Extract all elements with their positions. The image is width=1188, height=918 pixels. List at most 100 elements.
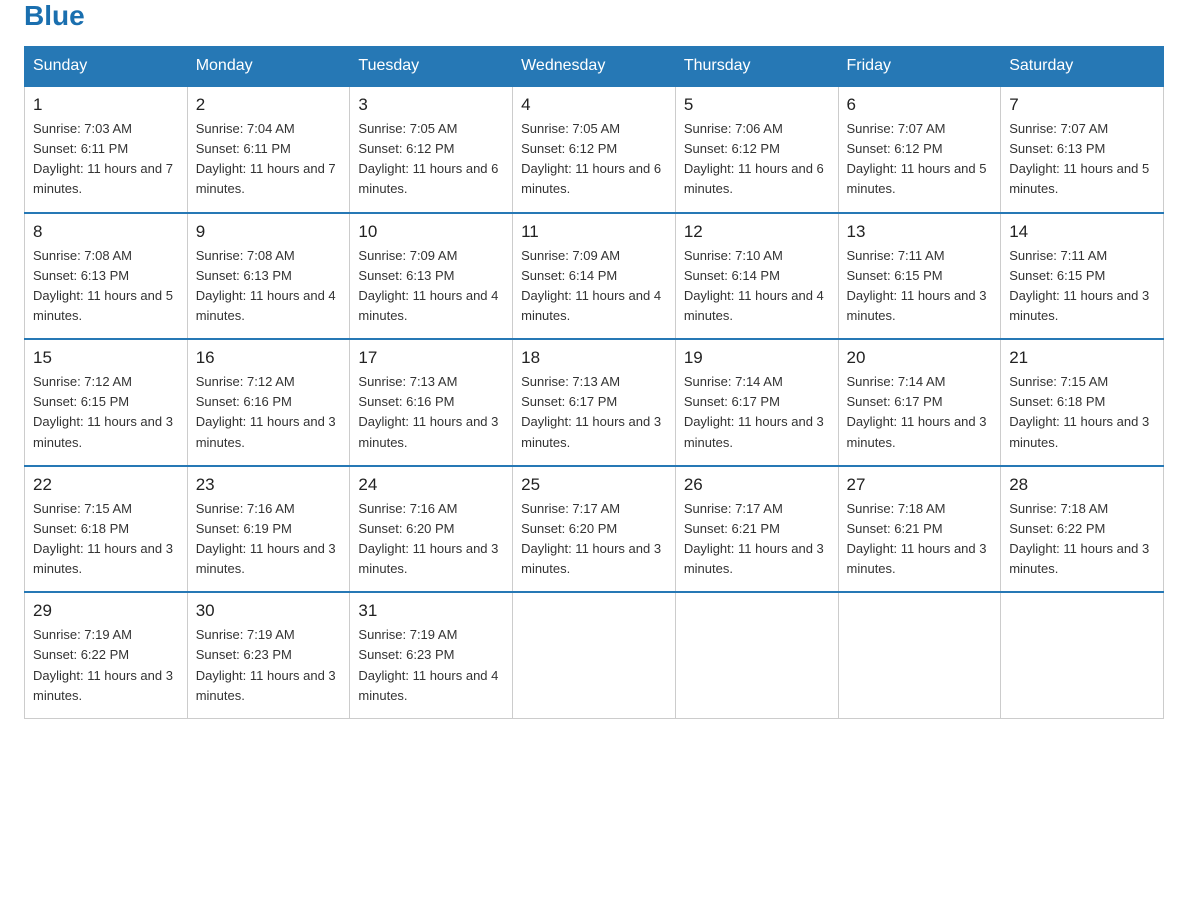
calendar-cell: 12 Sunrise: 7:10 AM Sunset: 6:14 PM Dayl… — [675, 213, 838, 340]
day-info: Sunrise: 7:04 AM Sunset: 6:11 PM Dayligh… — [196, 119, 342, 200]
day-number: 21 — [1009, 348, 1155, 368]
day-number: 30 — [196, 601, 342, 621]
calendar-cell: 2 Sunrise: 7:04 AM Sunset: 6:11 PM Dayli… — [187, 86, 350, 213]
day-number: 9 — [196, 222, 342, 242]
calendar-cell: 30 Sunrise: 7:19 AM Sunset: 6:23 PM Dayl… — [187, 592, 350, 718]
day-info: Sunrise: 7:17 AM Sunset: 6:20 PM Dayligh… — [521, 499, 667, 580]
day-number: 10 — [358, 222, 504, 242]
calendar-cell: 10 Sunrise: 7:09 AM Sunset: 6:13 PM Dayl… — [350, 213, 513, 340]
day-info: Sunrise: 7:12 AM Sunset: 6:16 PM Dayligh… — [196, 372, 342, 453]
calendar-cell: 14 Sunrise: 7:11 AM Sunset: 6:15 PM Dayl… — [1001, 213, 1164, 340]
day-number: 3 — [358, 95, 504, 115]
calendar-week-row: 22 Sunrise: 7:15 AM Sunset: 6:18 PM Dayl… — [25, 466, 1164, 593]
calendar-cell: 9 Sunrise: 7:08 AM Sunset: 6:13 PM Dayli… — [187, 213, 350, 340]
calendar-week-row: 15 Sunrise: 7:12 AM Sunset: 6:15 PM Dayl… — [25, 339, 1164, 466]
day-info: Sunrise: 7:15 AM Sunset: 6:18 PM Dayligh… — [33, 499, 179, 580]
day-info: Sunrise: 7:08 AM Sunset: 6:13 PM Dayligh… — [33, 246, 179, 327]
calendar-cell: 4 Sunrise: 7:05 AM Sunset: 6:12 PM Dayli… — [513, 86, 676, 213]
day-number: 7 — [1009, 95, 1155, 115]
calendar-cell — [513, 592, 676, 718]
calendar-week-row: 29 Sunrise: 7:19 AM Sunset: 6:22 PM Dayl… — [25, 592, 1164, 718]
day-info: Sunrise: 7:06 AM Sunset: 6:12 PM Dayligh… — [684, 119, 830, 200]
weekday-header-monday: Monday — [187, 47, 350, 87]
day-info: Sunrise: 7:09 AM Sunset: 6:14 PM Dayligh… — [521, 246, 667, 327]
day-number: 12 — [684, 222, 830, 242]
calendar-cell: 6 Sunrise: 7:07 AM Sunset: 6:12 PM Dayli… — [838, 86, 1001, 213]
day-number: 11 — [521, 222, 667, 242]
day-number: 28 — [1009, 475, 1155, 495]
day-number: 24 — [358, 475, 504, 495]
day-number: 25 — [521, 475, 667, 495]
day-info: Sunrise: 7:05 AM Sunset: 6:12 PM Dayligh… — [521, 119, 667, 200]
calendar-cell: 23 Sunrise: 7:16 AM Sunset: 6:19 PM Dayl… — [187, 466, 350, 593]
day-number: 17 — [358, 348, 504, 368]
day-number: 13 — [847, 222, 993, 242]
day-number: 15 — [33, 348, 179, 368]
calendar-cell: 26 Sunrise: 7:17 AM Sunset: 6:21 PM Dayl… — [675, 466, 838, 593]
day-number: 18 — [521, 348, 667, 368]
calendar-cell: 7 Sunrise: 7:07 AM Sunset: 6:13 PM Dayli… — [1001, 86, 1164, 213]
calendar-cell: 22 Sunrise: 7:15 AM Sunset: 6:18 PM Dayl… — [25, 466, 188, 593]
day-number: 1 — [33, 95, 179, 115]
calendar-cell: 17 Sunrise: 7:13 AM Sunset: 6:16 PM Dayl… — [350, 339, 513, 466]
day-info: Sunrise: 7:11 AM Sunset: 6:15 PM Dayligh… — [1009, 246, 1155, 327]
day-info: Sunrise: 7:16 AM Sunset: 6:19 PM Dayligh… — [196, 499, 342, 580]
calendar-cell — [838, 592, 1001, 718]
day-info: Sunrise: 7:19 AM Sunset: 6:23 PM Dayligh… — [358, 625, 504, 706]
day-info: Sunrise: 7:12 AM Sunset: 6:15 PM Dayligh… — [33, 372, 179, 453]
logo-blue-part: Blue — [24, 2, 144, 30]
calendar-cell: 27 Sunrise: 7:18 AM Sunset: 6:21 PM Dayl… — [838, 466, 1001, 593]
day-number: 31 — [358, 601, 504, 621]
day-info: Sunrise: 7:16 AM Sunset: 6:20 PM Dayligh… — [358, 499, 504, 580]
day-info: Sunrise: 7:18 AM Sunset: 6:21 PM Dayligh… — [847, 499, 993, 580]
calendar-cell — [1001, 592, 1164, 718]
day-info: Sunrise: 7:05 AM Sunset: 6:12 PM Dayligh… — [358, 119, 504, 200]
day-number: 23 — [196, 475, 342, 495]
day-number: 6 — [847, 95, 993, 115]
day-info: Sunrise: 7:13 AM Sunset: 6:17 PM Dayligh… — [521, 372, 667, 453]
calendar-week-row: 1 Sunrise: 7:03 AM Sunset: 6:11 PM Dayli… — [25, 86, 1164, 213]
calendar-cell: 11 Sunrise: 7:09 AM Sunset: 6:14 PM Dayl… — [513, 213, 676, 340]
day-info: Sunrise: 7:03 AM Sunset: 6:11 PM Dayligh… — [33, 119, 179, 200]
calendar-cell: 20 Sunrise: 7:14 AM Sunset: 6:17 PM Dayl… — [838, 339, 1001, 466]
day-info: Sunrise: 7:19 AM Sunset: 6:22 PM Dayligh… — [33, 625, 179, 706]
calendar-cell: 21 Sunrise: 7:15 AM Sunset: 6:18 PM Dayl… — [1001, 339, 1164, 466]
calendar-cell — [675, 592, 838, 718]
day-info: Sunrise: 7:09 AM Sunset: 6:13 PM Dayligh… — [358, 246, 504, 327]
calendar-cell: 16 Sunrise: 7:12 AM Sunset: 6:16 PM Dayl… — [187, 339, 350, 466]
day-info: Sunrise: 7:15 AM Sunset: 6:18 PM Dayligh… — [1009, 372, 1155, 453]
calendar-cell: 15 Sunrise: 7:12 AM Sunset: 6:15 PM Dayl… — [25, 339, 188, 466]
weekday-header-saturday: Saturday — [1001, 47, 1164, 87]
day-number: 26 — [684, 475, 830, 495]
weekday-header-row: SundayMondayTuesdayWednesdayThursdayFrid… — [25, 47, 1164, 87]
day-info: Sunrise: 7:13 AM Sunset: 6:16 PM Dayligh… — [358, 372, 504, 453]
calendar-cell: 13 Sunrise: 7:11 AM Sunset: 6:15 PM Dayl… — [838, 213, 1001, 340]
weekday-header-friday: Friday — [838, 47, 1001, 87]
day-info: Sunrise: 7:10 AM Sunset: 6:14 PM Dayligh… — [684, 246, 830, 327]
calendar-cell: 25 Sunrise: 7:17 AM Sunset: 6:20 PM Dayl… — [513, 466, 676, 593]
day-number: 2 — [196, 95, 342, 115]
day-number: 8 — [33, 222, 179, 242]
day-info: Sunrise: 7:17 AM Sunset: 6:21 PM Dayligh… — [684, 499, 830, 580]
calendar-cell: 5 Sunrise: 7:06 AM Sunset: 6:12 PM Dayli… — [675, 86, 838, 213]
day-number: 4 — [521, 95, 667, 115]
day-info: Sunrise: 7:07 AM Sunset: 6:12 PM Dayligh… — [847, 119, 993, 200]
day-info: Sunrise: 7:14 AM Sunset: 6:17 PM Dayligh… — [847, 372, 993, 453]
weekday-header-sunday: Sunday — [25, 47, 188, 87]
calendar-header: SundayMondayTuesdayWednesdayThursdayFrid… — [25, 47, 1164, 87]
calendar-cell: 29 Sunrise: 7:19 AM Sunset: 6:22 PM Dayl… — [25, 592, 188, 718]
calendar-cell: 31 Sunrise: 7:19 AM Sunset: 6:23 PM Dayl… — [350, 592, 513, 718]
weekday-header-thursday: Thursday — [675, 47, 838, 87]
calendar-cell: 18 Sunrise: 7:13 AM Sunset: 6:17 PM Dayl… — [513, 339, 676, 466]
day-number: 5 — [684, 95, 830, 115]
weekday-header-wednesday: Wednesday — [513, 47, 676, 87]
calendar-cell: 8 Sunrise: 7:08 AM Sunset: 6:13 PM Dayli… — [25, 213, 188, 340]
calendar-cell: 28 Sunrise: 7:18 AM Sunset: 6:22 PM Dayl… — [1001, 466, 1164, 593]
day-info: Sunrise: 7:18 AM Sunset: 6:22 PM Dayligh… — [1009, 499, 1155, 580]
day-number: 16 — [196, 348, 342, 368]
day-info: Sunrise: 7:19 AM Sunset: 6:23 PM Dayligh… — [196, 625, 342, 706]
calendar-table: SundayMondayTuesdayWednesdayThursdayFrid… — [24, 46, 1164, 719]
calendar-cell: 3 Sunrise: 7:05 AM Sunset: 6:12 PM Dayli… — [350, 86, 513, 213]
day-number: 29 — [33, 601, 179, 621]
calendar-cell: 24 Sunrise: 7:16 AM Sunset: 6:20 PM Dayl… — [350, 466, 513, 593]
